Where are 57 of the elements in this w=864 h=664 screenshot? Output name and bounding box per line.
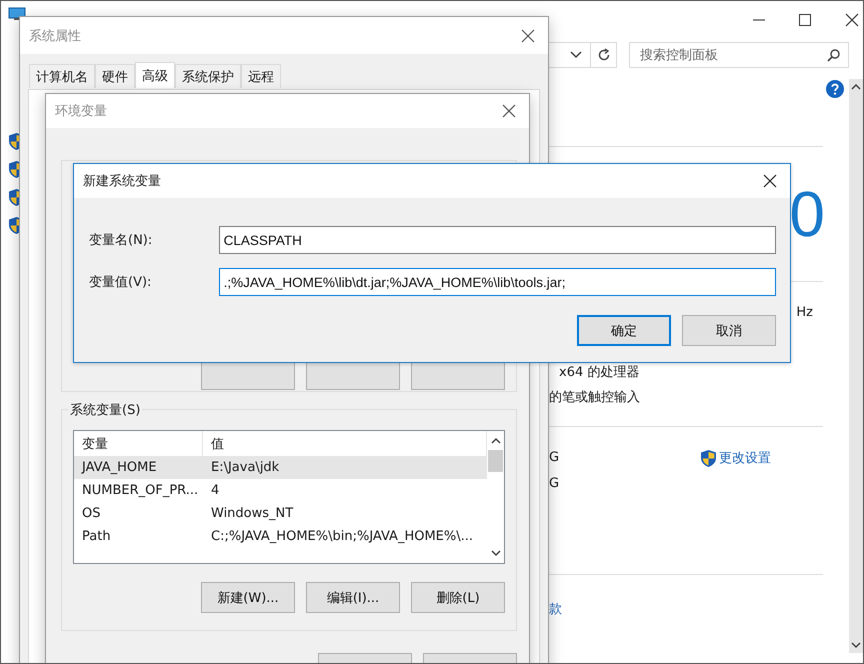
close-icon[interactable] bbox=[521, 28, 535, 42]
list-row[interactable]: OS Windows_NT bbox=[74, 502, 487, 525]
variable-value: 4 bbox=[210, 483, 220, 498]
list-action-button[interactable]: 编辑(I)... bbox=[306, 582, 400, 613]
list-row[interactable]: JAVA_HOME E:\Java\jdk bbox=[74, 456, 487, 479]
list-action-button[interactable]: 新建(W)... bbox=[201, 582, 295, 613]
chevron-down-icon[interactable] bbox=[570, 51, 582, 59]
variable-value: E:\Java\jdk bbox=[210, 460, 280, 475]
input-field[interactable]: CLASSPATH bbox=[218, 226, 776, 254]
help-icon[interactable] bbox=[826, 80, 844, 98]
dialog-button[interactable]: 确定 bbox=[577, 315, 671, 346]
search-field[interactable]: 搜索控制面板 bbox=[629, 42, 849, 68]
tab[interactable]: 高级 bbox=[135, 62, 175, 88]
dialog-button[interactable]: 取消 bbox=[682, 315, 776, 346]
change-settings-link[interactable]: 更改设置 bbox=[700, 448, 771, 468]
variable-name: Path bbox=[81, 529, 112, 544]
field-label: 变量值(V): bbox=[89, 274, 152, 291]
window-title: 系统属性 bbox=[29, 28, 81, 44]
address-bar[interactable] bbox=[549, 42, 617, 68]
memory-text: G bbox=[549, 475, 560, 493]
shield-icon bbox=[700, 448, 717, 468]
list-action-button[interactable]: 删除(L) bbox=[411, 582, 505, 613]
tab[interactable]: 远程 bbox=[241, 64, 281, 88]
variable-name: OS bbox=[81, 506, 102, 521]
memory-text: G bbox=[549, 449, 560, 467]
link-text[interactable]: 款 bbox=[549, 597, 562, 623]
refresh-icon[interactable] bbox=[596, 48, 610, 62]
group-label: 系统变量(S) bbox=[68, 401, 142, 419]
window-title: 环境变量 bbox=[55, 103, 107, 120]
tab[interactable]: 计算机名 bbox=[29, 64, 95, 88]
search-icon[interactable] bbox=[827, 48, 840, 62]
maximize-icon[interactable] bbox=[799, 14, 811, 26]
chevron-up-icon[interactable] bbox=[851, 83, 861, 90]
chevron-down-icon[interactable] bbox=[490, 550, 500, 557]
tab[interactable]: 硬件 bbox=[95, 64, 135, 88]
list-row[interactable]: NUMBER_OF_PR... 4 bbox=[74, 479, 487, 502]
pen-touch-text: 的笔或触控输入 bbox=[549, 389, 640, 407]
variable-value: Windows_NT bbox=[210, 506, 294, 521]
chevron-up-icon[interactable] bbox=[490, 437, 500, 444]
variable-name: NUMBER_OF_PR... bbox=[81, 483, 200, 498]
tab[interactable]: 系统保护 bbox=[175, 64, 241, 88]
variable-name: JAVA_HOME bbox=[80, 460, 158, 475]
scroll-thumb[interactable] bbox=[488, 450, 503, 472]
chevron-down-icon[interactable] bbox=[851, 642, 861, 649]
edition-number: 0 bbox=[789, 182, 825, 246]
input-field[interactable]: .;%JAVA_HOME%\lib\dt.jar;%JAVA_HOME%\lib\tools.jar; bbox=[218, 268, 776, 296]
dialog-title: 新建系统变量 bbox=[83, 173, 161, 190]
system-type-text: x64 的处理器 bbox=[558, 365, 640, 381]
field-label: 变量名(N): bbox=[89, 232, 154, 249]
monitor-icon bbox=[8, 7, 26, 21]
close-icon[interactable] bbox=[763, 174, 777, 188]
close-icon[interactable] bbox=[502, 104, 516, 118]
list-row[interactable]: Path C:;%JAVA_HOME%\bin;%JAVA_HOME%\... bbox=[74, 525, 487, 548]
scrollbar[interactable] bbox=[849, 79, 863, 653]
variable-value: C:;%JAVA_HOME%\bin;%JAVA_HOME%\... bbox=[210, 529, 474, 544]
close-icon[interactable] bbox=[845, 13, 859, 27]
processor-speed: Hz bbox=[796, 304, 814, 322]
